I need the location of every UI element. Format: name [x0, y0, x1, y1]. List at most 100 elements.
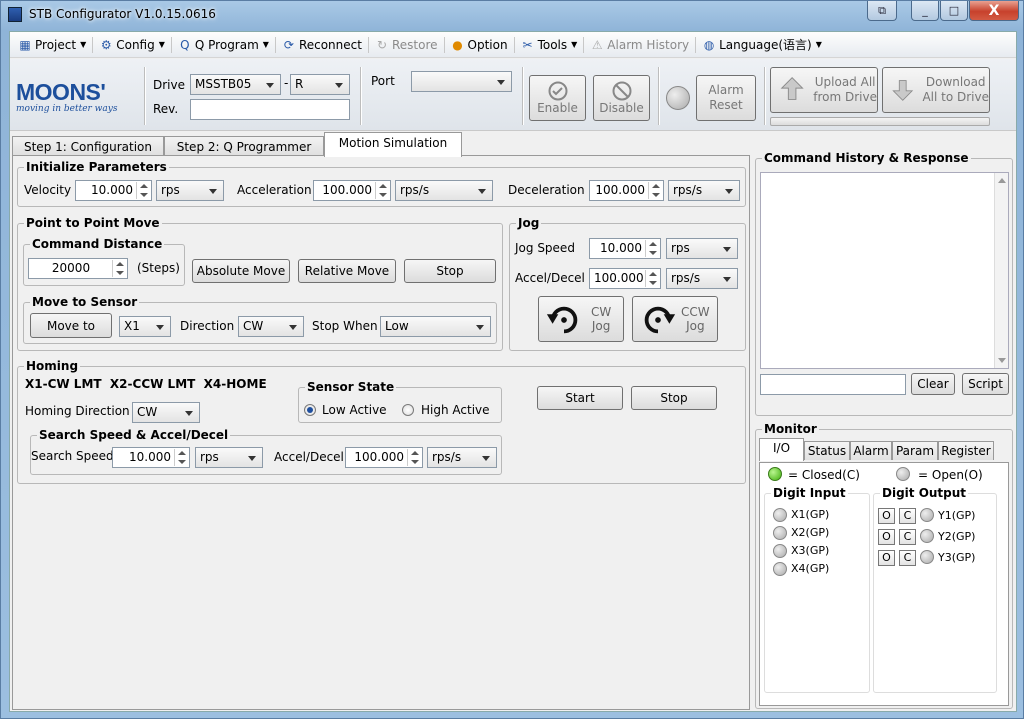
monitor-tab-register[interactable]: Register: [938, 441, 994, 460]
search-speed-unit-select[interactable]: rps: [195, 447, 263, 468]
enable-label: Enable: [537, 100, 578, 115]
low-active-radio[interactable]: [304, 404, 316, 416]
input-led-2: [773, 526, 787, 540]
title-bar[interactable]: STB Configurator V1.0.15.0616 ⧉ _ □ X: [1, 1, 1023, 29]
ccw-jog-button[interactable]: CCW Jog: [632, 296, 718, 342]
toolbar: MOONS' moving in better ways Drive MSSTB…: [10, 59, 1016, 131]
output-open-button-3[interactable]: O: [878, 550, 895, 566]
close-button[interactable]: X: [969, 1, 1019, 21]
monitor-tab-io[interactable]: I/O: [759, 438, 804, 461]
jog-speed-input[interactable]: 10.000: [589, 238, 661, 259]
search-speed-spinner-icon[interactable]: [174, 449, 188, 466]
acceleration-input[interactable]: 100.000: [313, 180, 391, 201]
high-active-radio[interactable]: [402, 404, 414, 416]
script-button[interactable]: Script: [962, 373, 1009, 395]
scroll-up-icon[interactable]: [998, 178, 1006, 183]
velocity-unit-select[interactable]: rps: [156, 180, 224, 201]
jog-speed-unit-select[interactable]: rps: [666, 238, 738, 259]
menu-config[interactable]: ⚙ Config ▼: [95, 34, 169, 56]
homing-stop-button[interactable]: Stop: [631, 386, 717, 410]
disable-button[interactable]: Disable: [593, 75, 650, 121]
menu-language[interactable]: ◍ Language(语言) ▼: [698, 34, 826, 56]
enable-button[interactable]: Enable: [529, 75, 586, 121]
monitor-tab-alarm[interactable]: Alarm: [850, 441, 892, 460]
input-label-4: X4(GP): [791, 562, 830, 575]
rev-field[interactable]: [190, 99, 350, 120]
acceleration-unit-select[interactable]: rps/s: [395, 180, 493, 201]
drive-suffix-select[interactable]: R: [290, 74, 350, 95]
menu-reconnect[interactable]: ⟳ Reconnect: [278, 34, 366, 56]
output-close-button-2[interactable]: C: [899, 529, 916, 545]
search-accel-spinner-icon[interactable]: [407, 449, 421, 466]
distance-input[interactable]: 20000: [28, 258, 128, 279]
move-to-button[interactable]: Move to: [30, 313, 112, 338]
drive-dash: -: [284, 76, 289, 90]
chevron-down-icon: ▼: [571, 40, 578, 49]
p2p-stop-button[interactable]: Stop: [404, 259, 496, 283]
output-label-2: Y2(GP): [938, 530, 976, 543]
history-output[interactable]: [760, 172, 1009, 369]
monitor-tab-status[interactable]: Status: [804, 441, 850, 460]
drive-select[interactable]: MSSTB05: [190, 74, 281, 95]
menu-tools[interactable]: ✂ Tools ▼: [517, 34, 582, 56]
homing-direction-select[interactable]: CW: [132, 402, 200, 423]
output-open-button-1[interactable]: O: [878, 508, 895, 524]
search-speed-input[interactable]: 10.000: [112, 447, 190, 468]
download-all-button[interactable]: Download All to Drive: [882, 67, 990, 113]
upload-all-button[interactable]: Upload All from Drive: [770, 67, 878, 113]
search-accel-unit-select[interactable]: rps/s: [427, 447, 497, 468]
direction-select[interactable]: CW: [238, 316, 304, 337]
clear-button[interactable]: Clear: [911, 373, 955, 395]
absolute-move-button[interactable]: Absolute Move: [192, 259, 290, 283]
output-close-button-1[interactable]: C: [899, 508, 916, 524]
jog-accel-spinner-icon[interactable]: [645, 270, 659, 287]
output-open-button-2[interactable]: O: [878, 529, 895, 545]
homing-start-button[interactable]: Start: [537, 386, 623, 410]
jog-accel-value: 100.000: [594, 271, 644, 285]
logo-slogan: moving in better ways: [16, 104, 118, 114]
menu-separator: [92, 36, 94, 53]
tab-motion-simulation[interactable]: Motion Simulation: [324, 132, 462, 157]
cw-jog-button[interactable]: CW Jog: [538, 296, 624, 342]
rev-label: Rev.: [153, 102, 179, 116]
toolbar-separator: [360, 67, 361, 125]
extra-window-icon[interactable]: ⧉: [867, 1, 897, 21]
menu-alarm-history[interactable]: ⚠ Alarm History: [586, 34, 693, 56]
menu-option[interactable]: ● Option: [447, 34, 512, 56]
minimize-button[interactable]: _: [911, 1, 939, 21]
search-accel-value: 100.000: [354, 450, 404, 464]
stop-when-select[interactable]: Low: [380, 316, 491, 337]
deceleration-spinner-icon[interactable]: [648, 182, 662, 199]
jog-accel-input[interactable]: 100.000: [589, 268, 661, 289]
search-accel-input[interactable]: 100.000: [345, 447, 423, 468]
jog-accel-unit-select[interactable]: rps/s: [666, 268, 738, 289]
menu-q-program[interactable]: Q Q Program ▼: [174, 34, 273, 56]
sensor-input-select[interactable]: X1: [119, 316, 171, 337]
deceleration-unit-select[interactable]: rps/s: [668, 180, 740, 201]
output-close-button-3[interactable]: C: [899, 550, 916, 566]
menu-project[interactable]: ▦ Project ▼: [14, 34, 90, 56]
output-led-3: [920, 550, 934, 564]
tab-configuration[interactable]: Step 1: Configuration: [12, 136, 164, 156]
history-scrollbar[interactable]: [994, 173, 1008, 368]
relative-move-button[interactable]: Relative Move: [298, 259, 396, 283]
velocity-input[interactable]: 10.000: [75, 180, 152, 201]
velocity-spinner-icon[interactable]: [136, 182, 150, 199]
monitor-group: Monitor I/O Status Alarm Param Register …: [755, 422, 1013, 709]
alarm-reset-button[interactable]: Alarm Reset: [696, 75, 756, 121]
distance-spinner-icon[interactable]: [112, 260, 126, 277]
digit-output-group: Digit Output O C Y1(GP) O C Y2(GP) O C Y3(GP): [873, 486, 997, 693]
deceleration-input[interactable]: 100.000: [589, 180, 664, 201]
input-led-1: [773, 508, 787, 522]
tab-q-programmer[interactable]: Step 2: Q Programmer: [164, 136, 324, 156]
monitor-tab-param[interactable]: Param: [892, 441, 938, 460]
acceleration-spinner-icon[interactable]: [375, 182, 389, 199]
jog-speed-spinner-icon[interactable]: [645, 240, 659, 257]
menu-restore[interactable]: ↻ Restore: [371, 34, 442, 56]
command-input[interactable]: [760, 374, 906, 395]
maximize-button[interactable]: □: [940, 1, 968, 21]
scroll-down-icon[interactable]: [998, 358, 1006, 363]
port-select[interactable]: [411, 71, 512, 92]
point-to-point-title: Point to Point Move: [24, 216, 162, 230]
homing-title: Homing: [24, 359, 81, 373]
